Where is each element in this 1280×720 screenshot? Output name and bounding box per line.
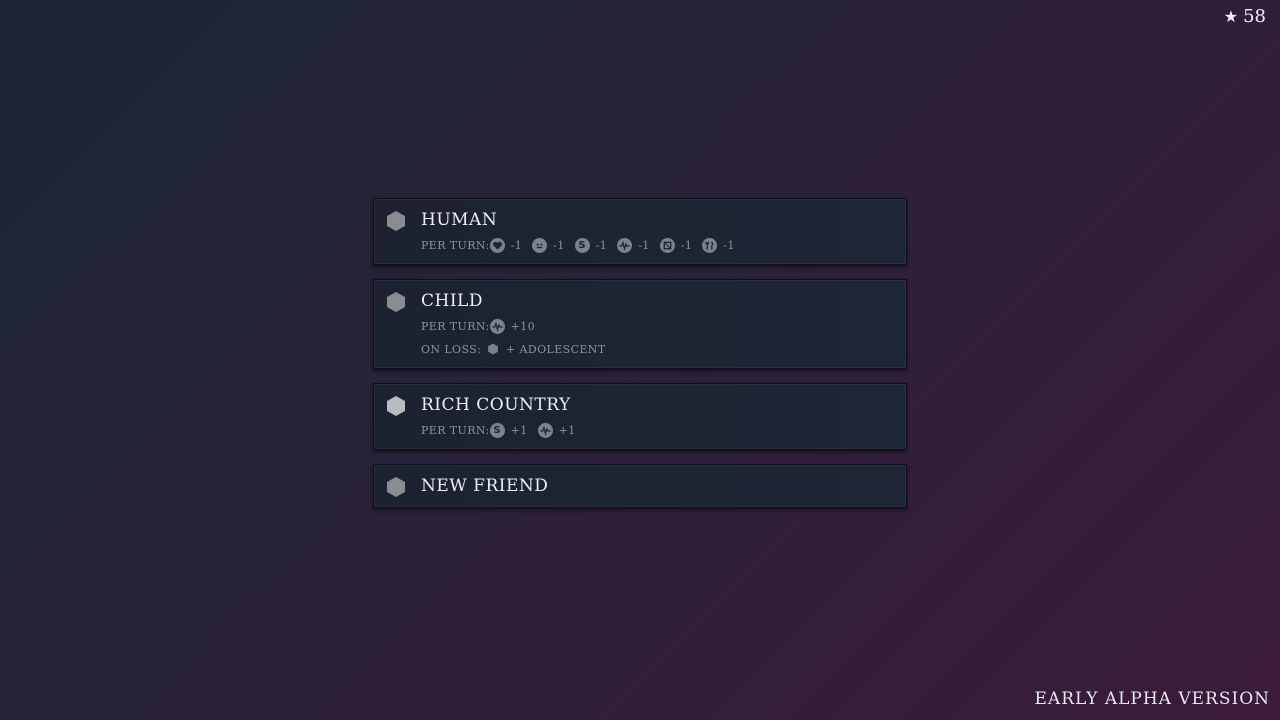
hexagon-icon [387, 211, 405, 231]
card-title: NEW FRIEND [421, 476, 549, 496]
hexagon-icon [488, 343, 498, 355]
on-loss-row: ON LOSS: + ADOLESCENT [421, 340, 894, 358]
per-turn-label: PER TURN: [421, 319, 490, 333]
effect-value: -1 [680, 238, 693, 252]
per-turn-row: PER TURN: S +1 +1 [421, 421, 894, 439]
effect-health: +10 [489, 318, 536, 334]
card-list: HUMAN PER TURN: -1 -1 S -1 -1 -1 -1 CHIL… [373, 198, 907, 522]
heart-icon [489, 237, 505, 253]
effect-value: -1 [553, 238, 565, 252]
effect-face: -1 [532, 237, 565, 253]
hexagon-icon [387, 477, 405, 497]
star-icon: ★ [1223, 7, 1239, 26]
effect-health: -1 [617, 237, 650, 253]
money-icon: S [574, 237, 590, 253]
hexagon-icon [387, 396, 405, 416]
on-loss-value: + ADOLESCENT [506, 342, 606, 356]
per-turn-label: PER TURN: [421, 423, 490, 437]
on-loss-label: ON LOSS: [421, 342, 482, 356]
version-label: EARLY ALPHA VERSION [1034, 689, 1270, 709]
effect-value: +10 [510, 319, 536, 333]
effect-health: +1 [537, 422, 576, 438]
effect-value: -1 [723, 238, 735, 252]
card-rich-country[interactable]: RICH COUNTRY PER TURN: S +1 +1 [373, 383, 907, 450]
card-title: HUMAN [421, 210, 498, 230]
money-icon: S [489, 422, 505, 438]
effect-money: S +1 [489, 422, 528, 438]
card-title: RICH COUNTRY [421, 395, 571, 415]
hexagon-icon [387, 292, 405, 312]
per-turn-row: PER TURN: +10 [421, 317, 894, 335]
effect-value: +1 [558, 423, 576, 437]
effect-heart: -1 [489, 237, 523, 253]
score-display: ★ 58 [1224, 6, 1266, 27]
effect-money: S -1 [574, 237, 608, 253]
card-human[interactable]: HUMAN PER TURN: -1 -1 S -1 -1 -1 -1 [373, 198, 907, 265]
effect-box: -1 [659, 237, 693, 253]
health-icon [537, 422, 553, 438]
per-turn-label: PER TURN: [421, 238, 490, 252]
card-child[interactable]: CHILD PER TURN: +10 ON LOSS: + ADOLESCEN… [373, 279, 907, 369]
health-icon [489, 318, 505, 334]
card-new-friend[interactable]: NEW FRIEND [373, 464, 907, 508]
food-icon [702, 237, 718, 253]
effect-value: -1 [595, 238, 608, 252]
face-icon [532, 237, 548, 253]
effect-value: +1 [510, 423, 528, 437]
effect-value: -1 [638, 238, 650, 252]
box-icon [659, 237, 675, 253]
score-value: 58 [1243, 6, 1266, 27]
effect-value: -1 [510, 238, 523, 252]
per-turn-row: PER TURN: -1 -1 S -1 -1 -1 -1 [421, 236, 894, 254]
health-icon [617, 237, 633, 253]
card-title: CHILD [421, 291, 483, 311]
effect-food: -1 [702, 237, 735, 253]
